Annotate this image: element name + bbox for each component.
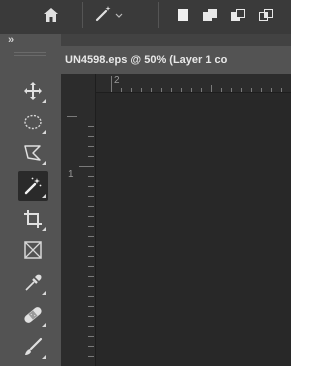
chevron-down-icon [115, 6, 123, 24]
options-bar [0, 0, 291, 35]
crop-tool[interactable] [18, 204, 48, 234]
elliptical-marquee-tool[interactable] [18, 107, 48, 137]
spot-healing-brush-tool[interactable] [18, 300, 48, 330]
eyedropper-tool[interactable] [18, 268, 48, 298]
move-tool[interactable] [18, 76, 48, 106]
panel-grip[interactable] [14, 52, 46, 56]
frame-icon [23, 240, 43, 260]
vertical-ruler[interactable]: 1 [61, 74, 96, 366]
brush-icon [23, 337, 43, 357]
document-tab[interactable]: UN4598.eps @ 50% (Layer 1 co [61, 46, 291, 74]
tools-panel: » [0, 34, 61, 366]
new-selection-icon[interactable] [174, 2, 192, 28]
frame-tool[interactable] [18, 235, 48, 265]
move-icon [23, 81, 43, 101]
crop-icon [23, 209, 43, 229]
horizontal-ruler[interactable]: 2 [95, 74, 291, 93]
photoshop-window: » UN4598.eps @ 50% (Layer 1 co 2 1 [0, 0, 291, 366]
intersect-selection-icon[interactable] [256, 2, 276, 28]
document-canvas[interactable] [96, 93, 291, 366]
magic-wand-icon [23, 176, 43, 196]
polygonal-lasso-tool[interactable] [18, 138, 48, 168]
collapse-panel-button[interactable]: » [8, 34, 14, 46]
subtract-from-selection-icon[interactable] [228, 2, 248, 28]
eyedropper-icon [23, 273, 43, 293]
bandage-icon [22, 305, 44, 325]
magic-wand-preset-icon [95, 4, 115, 27]
horizontal-ruler-label: 2 [114, 75, 120, 86]
add-to-selection-icon[interactable] [200, 2, 220, 28]
polygonal-lasso-icon [23, 143, 43, 163]
vertical-ruler-label: 1 [68, 169, 74, 180]
magic-wand-tool[interactable] [18, 171, 48, 201]
home-icon[interactable] [38, 2, 64, 28]
document-tab-bar: UN4598.eps @ 50% (Layer 1 co [61, 34, 291, 75]
brush-tool[interactable] [18, 332, 48, 362]
tool-preset-picker[interactable] [92, 2, 126, 28]
ellipse-marquee-icon [23, 113, 43, 131]
